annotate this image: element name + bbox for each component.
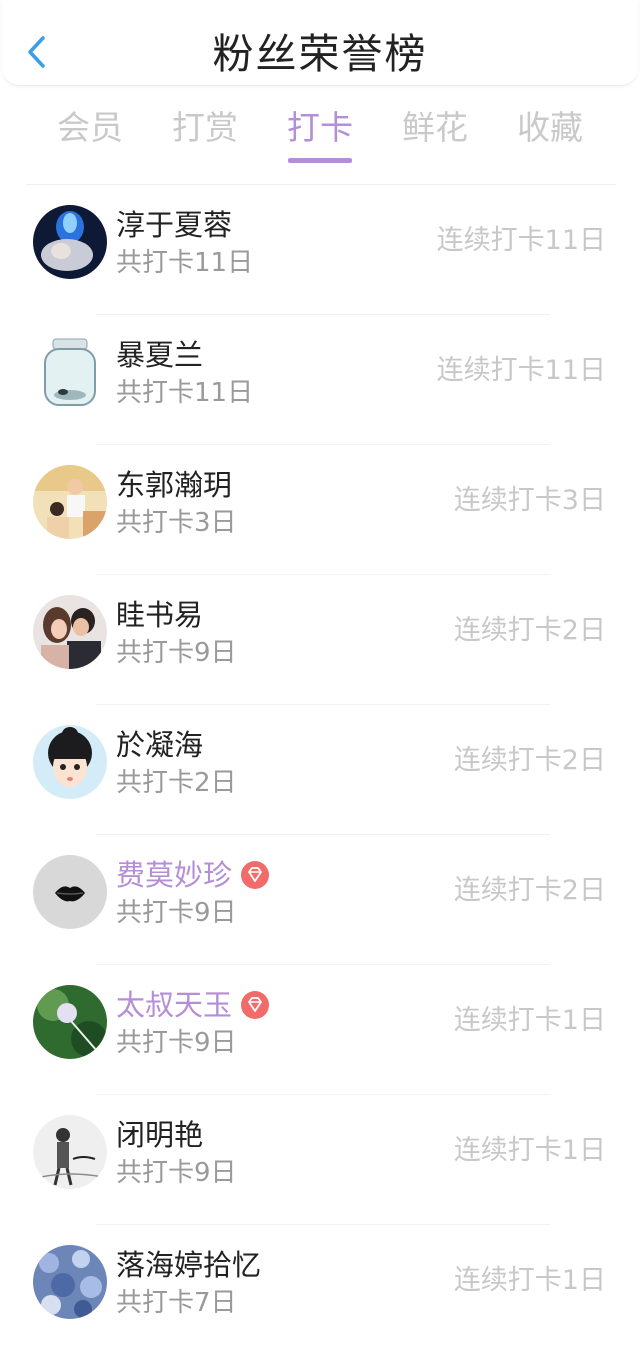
streak-checkins: 连续打卡3日 [453,485,606,516]
blue-fire-avatar-icon [33,205,107,279]
total-checkins: 共打卡3日 [116,508,237,538]
tab-checkin[interactable]: 打卡 [270,100,370,163]
total-checkins: 共打卡2日 [116,768,237,798]
fan-name: 东郭瀚玥 [116,468,233,502]
page-title: 粉丝荣誉榜 [212,30,428,78]
avatar [33,985,107,1059]
total-checkins: 共打卡9日 [116,1158,237,1188]
list-item[interactable]: 暴夏兰 共打卡11日 连续打卡11日 [0,315,640,445]
fan-name: 暴夏兰 [116,338,204,372]
streak-checkins: 连续打卡2日 [453,745,606,776]
green-bokeh-avatar-icon [33,985,107,1059]
avatar [33,1115,107,1189]
glass-jar-avatar-icon [33,335,107,409]
total-checkins: 共打卡9日 [116,1028,237,1058]
sketch-avatar-icon [33,1115,107,1189]
list-item[interactable]: 费莫妙珍 共打卡9日 连续打卡2日 [0,835,640,965]
blue-flowers-avatar-icon [33,1245,107,1319]
fan-name: 闭明艳 [116,1118,204,1152]
total-checkins: 共打卡9日 [116,638,237,668]
active-tab-indicator [288,158,352,163]
streak-checkins: 连续打卡1日 [453,1005,606,1036]
fan-name: 眭书易 [116,598,204,632]
fan-name: 费莫妙珍 [116,858,233,892]
streak-checkins: 连续打卡1日 [453,1135,606,1166]
list-item[interactable]: 眭书易 共打卡9日 连续打卡2日 [0,575,640,705]
streak-checkins: 连续打卡2日 [453,875,606,906]
list-item[interactable]: 闭明艳 共打卡9日 连续打卡1日 [0,1095,640,1225]
avatar [33,335,107,409]
cartoon-girl-avatar-icon [33,725,107,799]
avatar [33,465,107,539]
top-bar: 粉丝荣誉榜 [2,0,638,86]
tab-favorites[interactable]: 收藏 [500,100,600,156]
avatar [33,205,107,279]
list-item[interactable]: 淳于夏蓉 共打卡11日 连续打卡11日 [0,185,640,315]
kiss-couple-avatar-icon [33,595,107,669]
list-item[interactable]: 东郭瀚玥 共打卡3日 连续打卡3日 [0,445,640,575]
fan-name: 落海婷拾忆 [116,1248,262,1282]
streak-checkins: 连续打卡11日 [436,225,606,256]
list-item[interactable]: 落海婷拾忆 共打卡7日 连续打卡1日 [0,1225,640,1349]
avatar [33,1245,107,1319]
fan-name: 太叔天玉 [116,988,233,1022]
tab-bar: 会员 打赏 打卡 鲜花 收藏 [0,100,640,166]
streak-checkins: 连续打卡2日 [453,615,606,646]
streak-checkins: 连续打卡1日 [453,1265,606,1296]
tab-member[interactable]: 会员 [40,100,140,156]
total-checkins: 共打卡11日 [116,248,254,278]
lips-avatar-icon [33,855,107,929]
list-item[interactable]: 於凝海 共打卡2日 连续打卡2日 [0,705,640,835]
tab-flowers[interactable]: 鲜花 [385,100,485,156]
streak-checkins: 连续打卡11日 [436,355,606,386]
avatar [33,595,107,669]
total-checkins: 共打卡11日 [116,378,254,408]
fan-name: 淳于夏蓉 [116,208,233,242]
avatar [33,725,107,799]
avatar [33,855,107,929]
fan-list: 淳于夏蓉 共打卡11日 连续打卡11日 暴夏兰 共打卡11日 连续打卡11日 东… [0,185,640,1349]
tab-checkin-label: 打卡 [287,108,353,147]
diamond-badge-icon [241,861,270,889]
couple-photo-avatar-icon [33,465,107,539]
total-checkins: 共打卡7日 [116,1288,237,1318]
total-checkins: 共打卡9日 [116,898,237,928]
fan-name: 於凝海 [116,728,204,762]
list-item[interactable]: 太叔天玉 共打卡9日 连续打卡1日 [0,965,640,1095]
tab-reward[interactable]: 打赏 [155,100,255,156]
diamond-badge-icon [241,991,270,1019]
